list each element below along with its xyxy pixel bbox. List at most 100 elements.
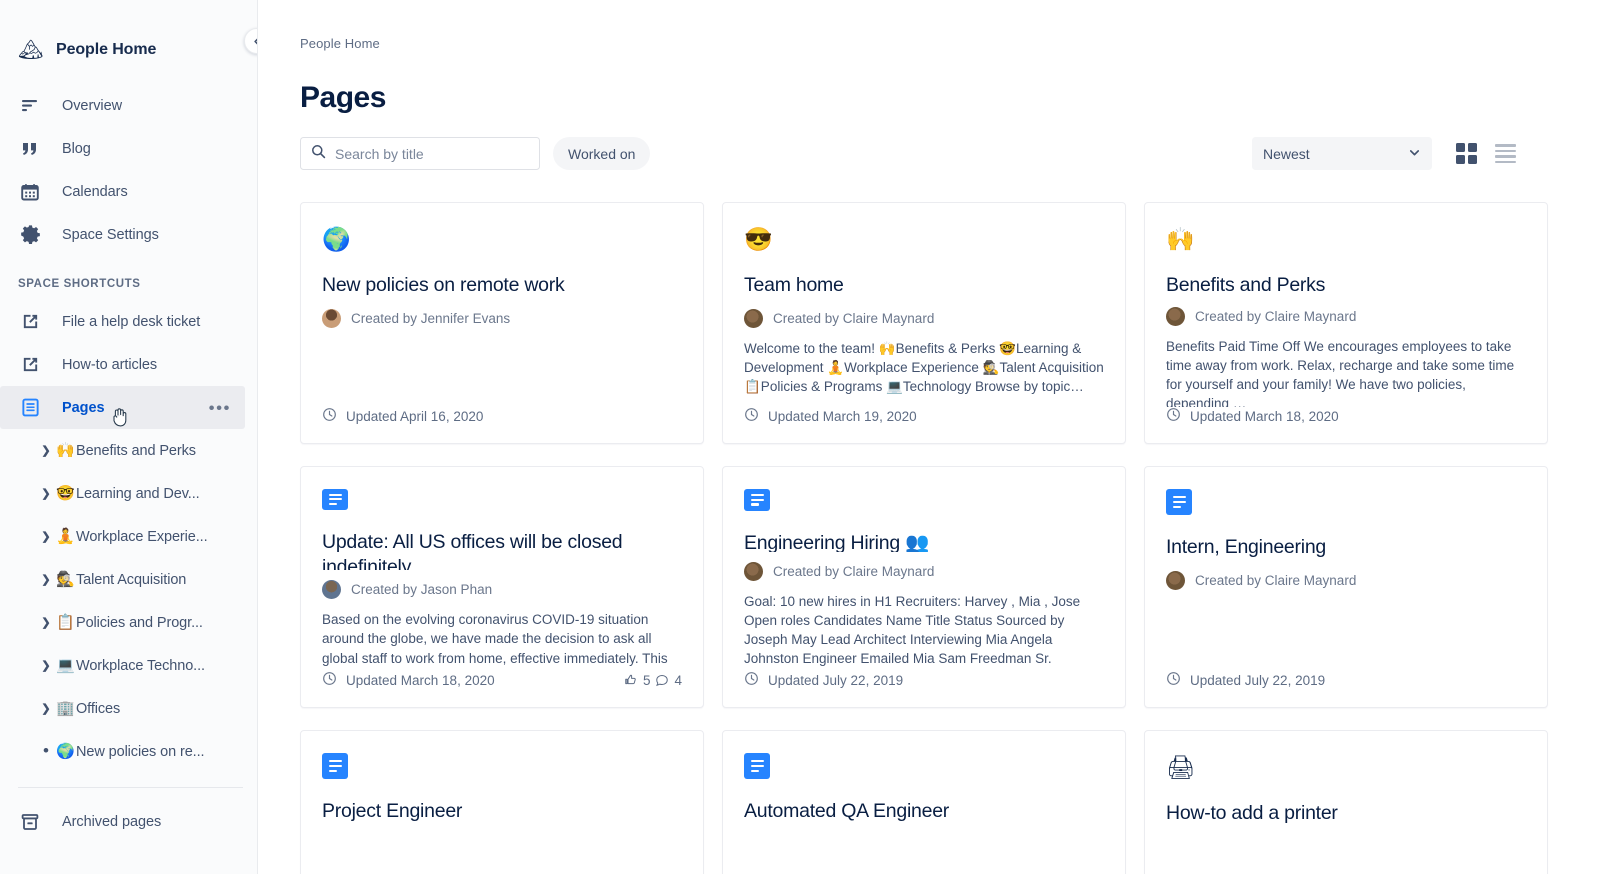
card-excerpt: Goal: 10 new hires in H1 Recruiters: Har… [744,593,1081,671]
sidebar-shortcut-help-desk[interactable]: File a help desk ticket [0,300,249,343]
card-excerpt: Welcome to the team! 🙌Benefits & Perks 🤓… [744,340,1104,395]
archive-box-icon [18,810,42,834]
chevron-right-icon[interactable]: ❯ [36,444,56,457]
chevron-right-icon[interactable]: ❯ [36,487,56,500]
space-header[interactable]: 🏔 People Home [0,0,257,72]
tree-item-talent-acquisition[interactable]: ❯ 🕵 Talent Acquisition [0,558,245,601]
card-author-label: Created by Claire Maynard [1195,308,1357,324]
sidebar-item-label: Calendars [62,183,128,200]
sort-select[interactable]: Newest [1252,137,1432,170]
chevron-right-icon[interactable]: ❯ [36,616,56,629]
tree-item-policies-and-programs[interactable]: ❯ 📋 Policies and Progr... [0,601,245,644]
breadcrumb[interactable]: People Home [258,0,1600,51]
sidebar-item-label: Space Settings [62,226,159,243]
card-author-label: Created by Claire Maynard [773,310,935,326]
card-footer: Updated March 18, 2020 5 4 [322,671,682,689]
sidebar-item-space-settings[interactable]: Space Settings [0,213,249,256]
page-card[interactable]: Engineering Hiring 👥 Created by Claire Ma… [722,466,1126,708]
card-author-label: Created by Jason Phan [351,582,493,598]
sidebar-shortcut-label: File a help desk ticket [62,313,201,330]
tree-item-workplace-technology[interactable]: ❯ 💻 Workplace Techno... [0,644,245,687]
sidebar-item-label: Pages [62,399,105,416]
page-emoji-icon: 🖨 [1166,754,1196,780]
card-title: Project Engineer [322,800,463,822]
page-card[interactable]: 😎 Team home Created by Claire Maynard Welco… [722,202,1126,444]
tree-item-new-policies-on-remote-work[interactable]: • 🌍 New policies on re... [0,730,245,773]
page-emoji-icon: 🏢 [56,700,75,717]
page-tree: ❯ 🙌 Benefits and Perks ❯ 🤓 Learning and … [0,429,257,773]
page-emoji-icon: 🙌 [1166,226,1195,252]
page-title: Pages [300,81,386,114]
avatar [1166,306,1185,326]
filter-worked-on-button[interactable]: Worked on [553,137,651,170]
card-title: Benefits and Perks [1166,274,1326,296]
card-author-label: Created by Claire Maynard [1195,572,1357,588]
sidebar-item-blog[interactable]: Blog [0,127,249,170]
mouse-cursor-icon [112,407,130,427]
sidebar-divider [18,787,243,788]
sidebar-item-label: Archived pages [62,813,162,830]
sidebar-item-pages[interactable]: Pages ••• [0,386,245,429]
card-title: Team home [744,274,844,296]
sort-select-value: Newest [1263,145,1310,162]
page-emoji-icon: 🙌 [56,442,75,459]
page-card[interactable]: 🙌 Benefits and Perks Created by Claire May… [1144,202,1548,444]
tree-item-learning-and-development[interactable]: ❯ 🤓 Learning and Dev... [0,472,245,515]
avatar [744,308,763,328]
document-icon [322,753,348,779]
tree-item-label: Workplace Techno... [76,657,205,674]
chevron-right-icon[interactable]: ❯ [36,702,56,715]
card-updated-label: Updated July 22, 2019 [768,672,904,688]
card-updated-label: Updated March 18, 2020 [346,672,495,688]
chevron-right-icon[interactable]: ❯ [36,659,56,672]
sidebar-item-archived-pages[interactable]: Archived pages [0,800,249,843]
page-card[interactable]: 🌍 New policies on remote work Created by J… [300,202,704,444]
overview-icon [18,94,42,118]
card-author: Created by Jason Phan [322,580,682,600]
comment-icon [656,674,669,687]
sidebar-item-overview[interactable]: Overview [0,84,249,127]
search-icon [311,144,326,164]
card-author: Created by Claire Maynard [1166,306,1526,326]
chevron-down-icon [1408,146,1421,162]
card-title: Update: All US offices will be closed in… [322,530,623,571]
page-card[interactable]: Project Engineer [300,730,704,874]
grid-view-button[interactable] [1456,143,1477,164]
sidebar-item-label: Blog [62,140,91,157]
page-emoji-icon: 🕵 [56,571,75,588]
sidebar-item-label: Overview [62,97,123,114]
page-card[interactable]: Automated QA Engineer [722,730,1126,874]
search-input-placeholder: Search by title [335,145,424,162]
card-author-label: Created by Jennifer Evans [351,310,511,326]
page-emoji-icon: 💻 [56,657,75,674]
sidebar-shortcut-how-to-articles[interactable]: How-to articles [0,343,249,386]
page-card[interactable]: 🖨 How-to add a printer [1144,730,1548,874]
clock-icon [322,407,337,425]
card-excerpt: Benefits Paid Time Off We encourages emp… [1166,338,1515,407]
chevron-right-icon[interactable]: ❯ [36,573,56,586]
external-link-icon [18,353,42,377]
sidebar-item-calendars[interactable]: Calendars [0,170,249,213]
card-updated-label: Updated July 22, 2019 [1190,672,1326,688]
section-label-space-shortcuts: SPACE SHORTCUTS [18,278,141,290]
list-view-button[interactable] [1495,144,1516,163]
page-tree-icon [18,396,42,420]
tree-item-offices[interactable]: ❯ 🏢 Offices [0,687,245,730]
chevron-right-icon[interactable]: ❯ [36,530,56,543]
document-icon [744,489,770,511]
search-input-wrapper[interactable]: Search by title [300,137,540,170]
tree-item-label: Talent Acquisition [76,571,187,588]
tree-item-workplace-experience[interactable]: ❯ 🧘 Workplace Experie... [0,515,245,558]
page-card[interactable]: Update: All US offices will be closed in… [300,466,704,708]
tree-item-label: Benefits and Perks [76,442,196,459]
avatar [322,580,341,600]
tree-item-benefits-and-perks[interactable]: ❯ 🙌 Benefits and Perks [0,429,245,472]
pages-more-actions-button[interactable]: ••• [209,399,231,416]
tree-item-label: Workplace Experie... [76,528,208,545]
clock-icon [744,407,759,425]
calendar-icon [18,180,42,204]
tree-item-label: Policies and Progr... [76,614,203,631]
page-card-grid: 🌍 New policies on remote work Created by J… [258,170,1600,874]
card-title: How-to add a printer [1166,802,1338,824]
page-card[interactable]: Intern, Engineering Created by Claire May… [1144,466,1548,708]
